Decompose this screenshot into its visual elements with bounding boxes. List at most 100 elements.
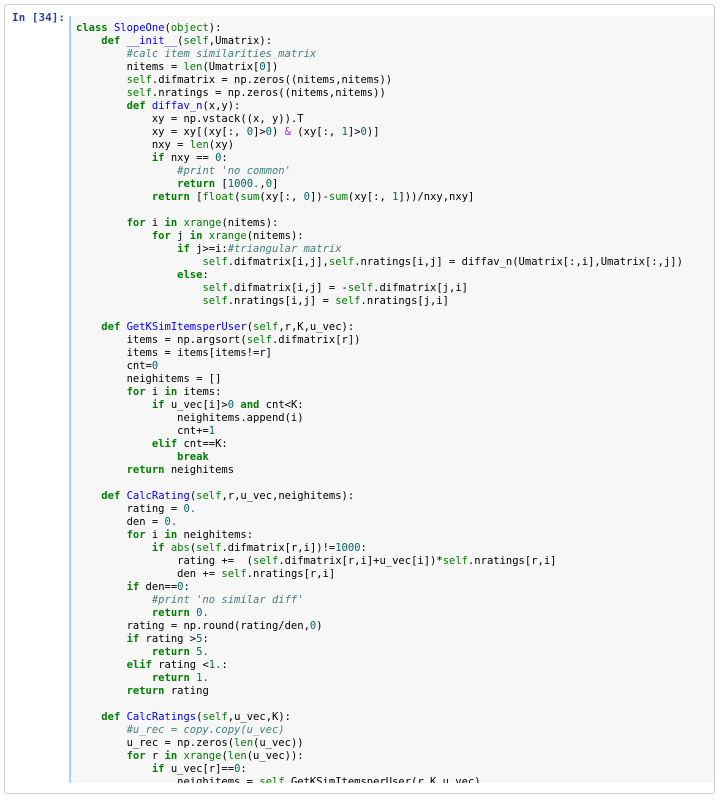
code-line[interactable]: xy = xy[(xy[:, 0]>0) & (xy[:, 1]>0)]: [76, 126, 380, 138]
code-line[interactable]: return 0.: [76, 607, 209, 619]
code-line[interactable]: [76, 308, 82, 320]
code-line[interactable]: u_rec = np.zeros(len(u_vec)): [76, 737, 304, 749]
code-token: rating >: [139, 633, 196, 645]
code-token: neighitems =: [76, 776, 259, 783]
code-token: def: [101, 321, 120, 333]
code-line[interactable]: for r in xrange(len(u_vec)):: [76, 750, 304, 762]
code-line[interactable]: return rating: [76, 685, 209, 697]
code-line[interactable]: if rating >5:: [76, 633, 209, 645]
code-line[interactable]: if abs(self.difmatrix[r,i])!=1000:: [76, 542, 367, 554]
code-token: if: [152, 542, 165, 554]
code-token: self: [196, 542, 221, 554]
code-line[interactable]: den += self.nratings[r,i]: [76, 568, 335, 580]
code-line[interactable]: for i in items:: [76, 386, 221, 398]
code-line[interactable]: def __init__(self,Umatrix):: [76, 35, 272, 47]
code-line[interactable]: cnt=0: [76, 360, 158, 372]
code-line[interactable]: if j>=i:#triangular matrix: [76, 243, 342, 255]
code-line[interactable]: items = np.argsort(self.difmatrix[r]): [76, 334, 361, 346]
code-line[interactable]: den = 0.: [76, 516, 177, 528]
code-line[interactable]: def GetKSimItemsperUser(self,r,K,u_vec):: [76, 321, 354, 333]
code-line[interactable]: #print 'no common': [76, 165, 291, 177]
code-line[interactable]: for i in neighitems:: [76, 529, 253, 541]
code-line[interactable]: self.nratings = np.zeros((nitems,nitems)…: [76, 87, 386, 99]
code-line[interactable]: items = items[items!=r]: [76, 347, 272, 359]
code-token: ]: [272, 178, 278, 190]
code-line[interactable]: self.nratings[i,j] = self.nratings[j,i]: [76, 295, 449, 307]
code-token: #print 'no common': [177, 165, 291, 177]
code-token: .difmatrix[j,i]: [373, 282, 468, 294]
code-token: u_vec[r]==: [165, 763, 235, 775]
code-token: :: [202, 269, 208, 281]
code-line[interactable]: cnt+=1: [76, 425, 215, 437]
code-line[interactable]: return neighitems: [76, 464, 234, 476]
code-token: object: [171, 22, 209, 34]
code-token: ,Umatrix):: [209, 35, 272, 47]
code-token: (xy): [209, 139, 234, 151]
code-line[interactable]: for i in xrange(nitems):: [76, 217, 278, 229]
code-token: 1000: [335, 542, 360, 554]
code-line[interactable]: neighitems.append(i): [76, 412, 304, 424]
code-line[interactable]: rating = np.round(rating/den,0): [76, 620, 323, 632]
code-token: [76, 165, 177, 177]
code-line[interactable]: [76, 698, 82, 710]
code-line[interactable]: class SlopeOne(object):: [76, 22, 221, 34]
code-line[interactable]: break: [76, 451, 209, 463]
code-token: [76, 685, 127, 697]
code-line[interactable]: return [float(sum(xy[:, 0])-sum(xy[:, 1]…: [76, 191, 474, 203]
code-line[interactable]: nitems = len(Umatrix[0]): [76, 61, 278, 73]
code-line[interactable]: def CalcRatings(self,u_vec,K):: [76, 711, 291, 723]
code-token: (xy[:,: [291, 126, 342, 138]
code-line[interactable]: #u_rec = copy.copy(u_vec): [76, 724, 285, 736]
code-line[interactable]: rating += (self.difmatrix[r,i]+u_vec[i])…: [76, 555, 557, 567]
code-line[interactable]: if den==0:: [76, 581, 190, 593]
code-token: 5.: [196, 646, 209, 658]
code-token: if: [127, 633, 140, 645]
code-line[interactable]: neighitems = self.GetKSimItemsperUser(r,…: [76, 776, 481, 783]
code-token: :: [221, 152, 227, 164]
code-token: return: [152, 191, 190, 203]
code-line[interactable]: for j in xrange(nitems):: [76, 230, 304, 242]
code-line[interactable]: #print 'no similar diff': [76, 594, 304, 606]
code-line[interactable]: [76, 204, 82, 216]
code-token: [76, 724, 127, 736]
code-editor[interactable]: class SlopeOne(object): def __init__(sel…: [69, 16, 714, 783]
code-line[interactable]: [76, 477, 82, 489]
code-token: :: [221, 659, 227, 671]
code-line[interactable]: self.difmatrix[i,j],self.nratings[i,j] =…: [76, 256, 683, 268]
code-line[interactable]: #calc item similarities matrix: [76, 48, 316, 60]
code-token: ]>: [253, 126, 266, 138]
code-line[interactable]: else:: [76, 269, 209, 281]
code-line[interactable]: rating = 0.: [76, 503, 196, 515]
code-token: [76, 750, 127, 762]
code-token: [76, 659, 127, 671]
code-token: nxy ==: [165, 152, 216, 164]
code-token: :: [240, 763, 246, 775]
code-line[interactable]: self.difmatrix[i,j] = -self.difmatrix[j,…: [76, 282, 468, 294]
code-line[interactable]: neighitems = []: [76, 373, 221, 385]
code-token: return: [177, 178, 215, 190]
code-token: SlopeOne: [114, 22, 165, 34]
code-line[interactable]: elif rating <1.:: [76, 659, 228, 671]
code-line[interactable]: xy = np.vstack((x, y)).T: [76, 113, 304, 125]
code-token: abs: [171, 542, 190, 554]
code-token: :: [184, 581, 190, 593]
code-line[interactable]: elif cnt==K:: [76, 438, 228, 450]
code-token: .GetKSimItemsperUser(r,K,u_vec): [285, 776, 481, 783]
code-line[interactable]: return 5.: [76, 646, 209, 658]
code-token: elif: [127, 659, 152, 671]
code-token: self: [127, 74, 152, 86]
code-line[interactable]: def CalcRating(self,r,u_vec,neighitems):: [76, 490, 354, 502]
code-token: [76, 386, 127, 398]
code-line[interactable]: if nxy == 0:: [76, 152, 228, 164]
code-line[interactable]: if u_vec[r]==0:: [76, 763, 247, 775]
code-token: len: [183, 61, 202, 73]
code-line[interactable]: if u_vec[i]>0 and cnt<K:: [76, 399, 304, 411]
code-token: [76, 698, 82, 710]
code-line[interactable]: return 1.: [76, 672, 209, 684]
code-line[interactable]: nxy = len(xy): [76, 139, 234, 151]
code-line[interactable]: def diffav_n(x,y):: [76, 100, 240, 112]
code-token: xrange: [209, 230, 247, 242]
code-line[interactable]: self.difmatrix = np.zeros((nitems,nitems…: [76, 74, 392, 86]
code-token: return: [152, 672, 190, 684]
code-line[interactable]: return [1000.,0]: [76, 178, 278, 190]
